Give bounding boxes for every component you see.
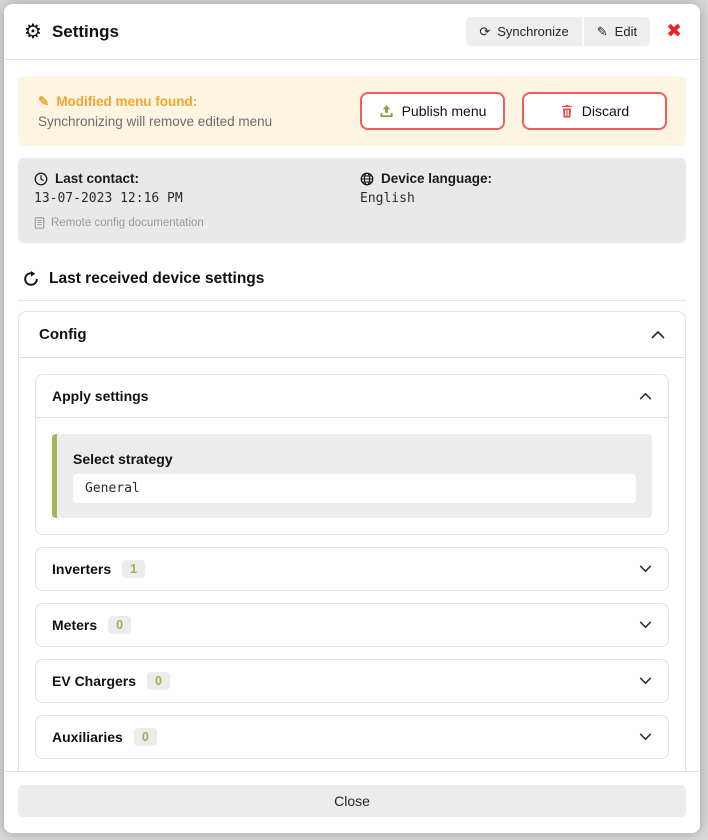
pencil-icon: ✎: [38, 94, 49, 110]
discard-button[interactable]: Discard: [522, 92, 667, 130]
strategy-panel: Select strategy General: [52, 434, 652, 518]
modified-menu-banner: ✎ Modified menu found: Synchronizing wil…: [18, 76, 686, 146]
globe-icon: [360, 172, 374, 186]
ev-chargers-label: EV Chargers: [52, 673, 136, 689]
device-info-panel: Last contact: 13-07-2023 12:16 PM Remote…: [18, 158, 686, 243]
clock-icon: [34, 172, 48, 186]
banner-title: Modified menu found:: [56, 94, 197, 109]
edit-pencil-icon: ✎: [597, 25, 608, 38]
upload-icon: [379, 104, 394, 119]
discard-label: Discard: [582, 103, 629, 119]
auxiliaries-label-row: Auxiliaries 0: [52, 728, 157, 746]
inverters-count-badge: 1: [122, 560, 145, 578]
chevron-up-icon: [651, 330, 665, 339]
auxiliaries-count-badge: 0: [134, 728, 157, 746]
edit-label: Edit: [615, 24, 637, 39]
device-language-block: Device language: English: [360, 171, 670, 229]
config-label: Config: [39, 326, 86, 343]
synchronize-button[interactable]: ⟳ Synchronize: [466, 17, 581, 46]
select-strategy-label: Select strategy: [73, 451, 636, 467]
strategy-value-field[interactable]: General: [73, 474, 636, 503]
chevron-down-icon: [639, 733, 652, 741]
device-language-value: English: [360, 191, 670, 206]
last-contact-value: 13-07-2023 12:16 PM: [34, 191, 344, 206]
header-actions: ⟳ Synchronize ✎ Edit ✖: [466, 17, 682, 46]
header-button-group: ⟳ Synchronize ✎ Edit: [466, 17, 650, 46]
accordion-row-ev-chargers: EV Chargers 0: [35, 659, 669, 703]
close-icon[interactable]: ✖: [666, 22, 682, 41]
config-accordion-content: Apply settings Select strategy General: [19, 357, 685, 771]
sync-icon: ⟳: [479, 25, 490, 38]
chevron-down-icon: [639, 565, 652, 573]
accordion-row-meters: Meters 0: [35, 603, 669, 647]
apply-settings-content: Select strategy General: [36, 417, 668, 534]
trash-icon: [560, 104, 574, 119]
last-contact-label: Last contact:: [55, 171, 139, 186]
chevron-down-icon: [639, 621, 652, 629]
accordion-row-auxiliaries: Auxiliaries 0: [35, 715, 669, 759]
chevron-down-icon: [639, 677, 652, 685]
close-button[interactable]: Close: [18, 785, 686, 817]
synchronize-label: Synchronize: [497, 24, 569, 39]
meters-label: Meters: [52, 617, 97, 633]
ev-chargers-header[interactable]: EV Chargers 0: [36, 660, 668, 702]
config-accordion: Config Apply settings Sel: [18, 311, 686, 771]
inverters-label: Inverters: [52, 561, 111, 577]
auxiliaries-label: Auxiliaries: [52, 729, 123, 745]
auxiliaries-header[interactable]: Auxiliaries 0: [36, 716, 668, 758]
section-title: Last received device settings: [49, 270, 264, 288]
config-accordion-header[interactable]: Config: [19, 312, 685, 357]
last-contact-label-row: Last contact:: [34, 171, 344, 186]
modal-body: ✎ Modified menu found: Synchronizing wil…: [4, 60, 700, 771]
remote-config-doc-link[interactable]: Remote config documentation: [34, 217, 344, 229]
meters-header[interactable]: Meters 0: [36, 604, 668, 646]
last-contact-block: Last contact: 13-07-2023 12:16 PM Remote…: [34, 171, 344, 229]
meters-label-row: Meters 0: [52, 616, 131, 634]
banner-subtitle: Synchronizing will remove edited menu: [38, 114, 272, 129]
apply-settings-accordion: Apply settings Select strategy General: [35, 374, 669, 535]
edit-button[interactable]: ✎ Edit: [584, 17, 650, 46]
banner-title-row: ✎ Modified menu found:: [38, 94, 272, 110]
section-divider: [18, 300, 686, 301]
chevron-up-icon: [639, 392, 652, 400]
refresh-icon: [23, 271, 39, 287]
last-received-settings-heading: Last received device settings: [23, 270, 681, 288]
publish-menu-label: Publish menu: [402, 103, 487, 119]
ev-chargers-label-row: EV Chargers 0: [52, 672, 170, 690]
device-language-label-row: Device language:: [360, 171, 670, 186]
ev-chargers-count-badge: 0: [147, 672, 170, 690]
title-wrap: ⚙ Settings: [24, 22, 119, 42]
inverters-label-row: Inverters 1: [52, 560, 145, 578]
device-language-label: Device language:: [381, 171, 492, 186]
accordion-row-inverters: Inverters 1: [35, 547, 669, 591]
settings-modal: ⚙ Settings ⟳ Synchronize ✎ Edit ✖ ✎: [4, 4, 700, 833]
modal-header: ⚙ Settings ⟳ Synchronize ✎ Edit ✖: [4, 4, 700, 60]
publish-menu-button[interactable]: Publish menu: [360, 92, 505, 130]
page-title: Settings: [52, 22, 119, 42]
gear-icon: ⚙: [24, 22, 42, 42]
apply-settings-header[interactable]: Apply settings: [36, 375, 668, 417]
banner-actions: Publish menu Discard: [360, 92, 667, 130]
apply-settings-label: Apply settings: [52, 388, 148, 404]
meters-count-badge: 0: [108, 616, 131, 634]
remote-config-doc-label: Remote config documentation: [51, 217, 204, 229]
banner-text: ✎ Modified menu found: Synchronizing wil…: [38, 94, 272, 129]
document-icon: [34, 217, 45, 229]
modal-footer: Close: [4, 771, 700, 833]
inverters-header[interactable]: Inverters 1: [36, 548, 668, 590]
